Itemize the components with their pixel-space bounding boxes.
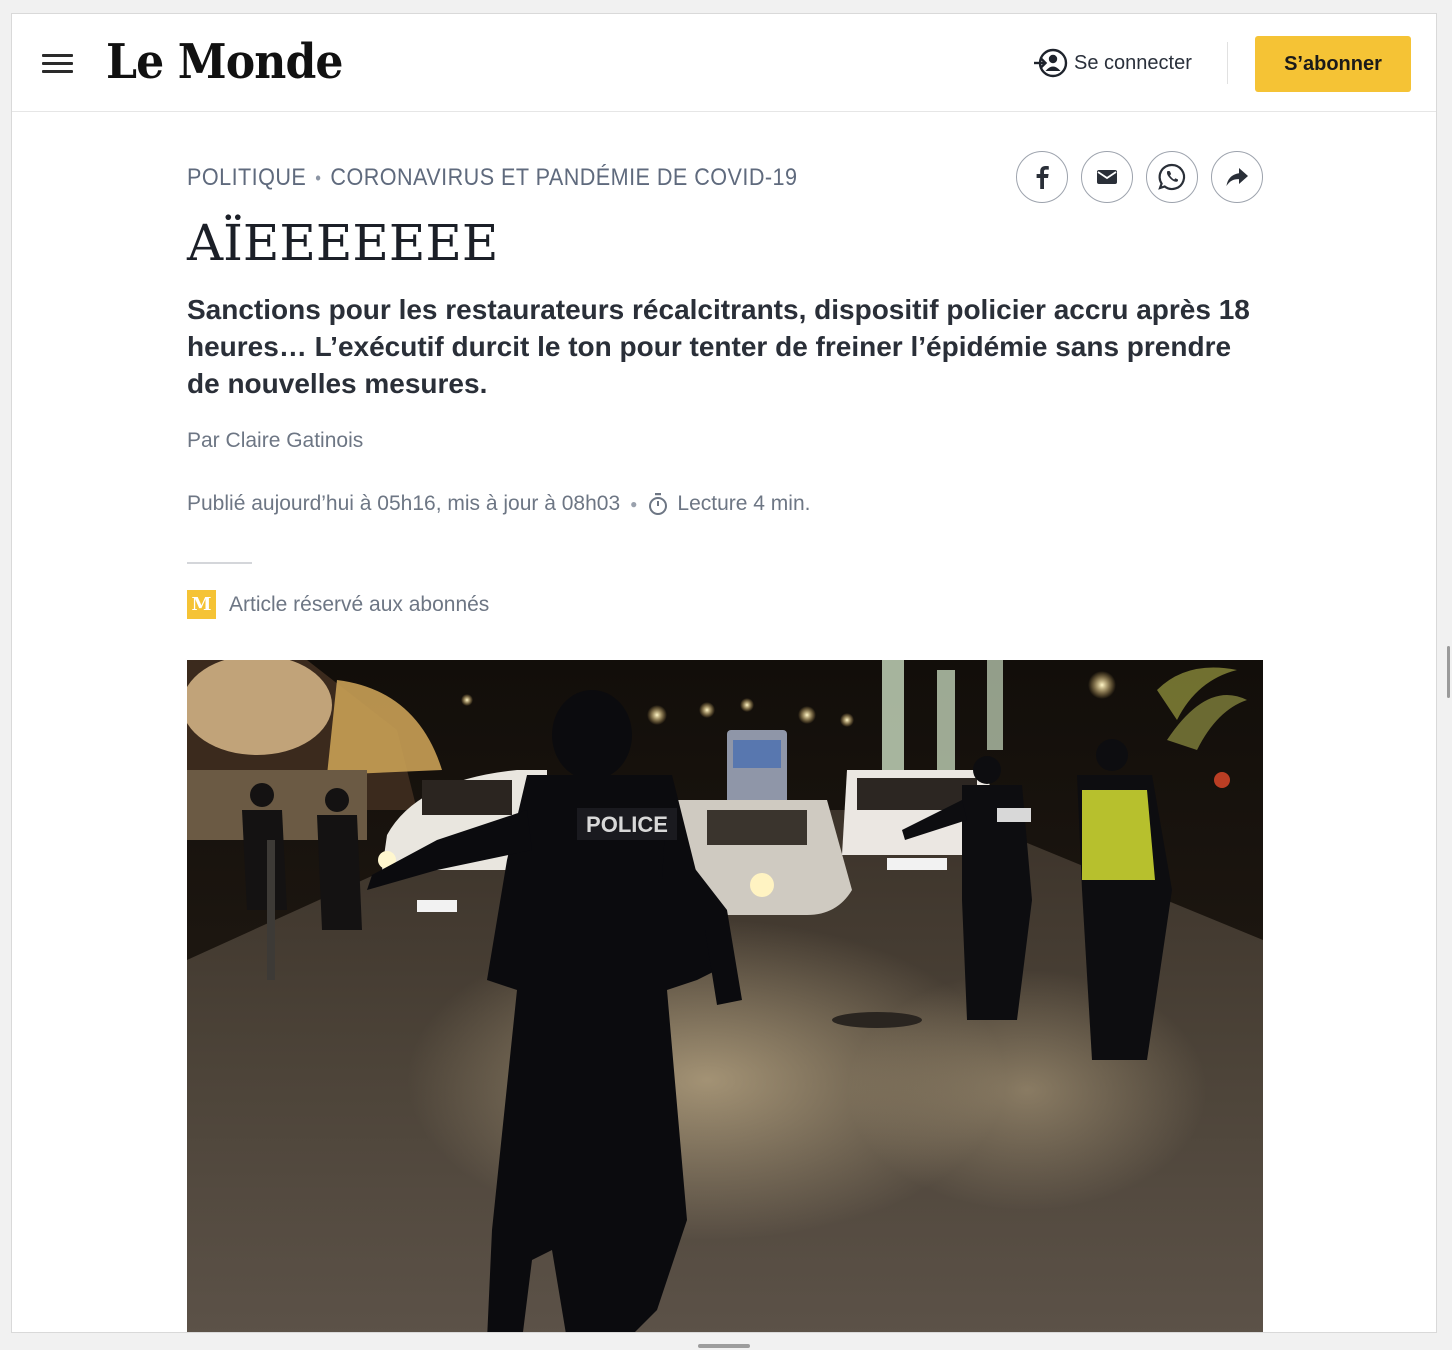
facebook-share-button[interactable] (1016, 151, 1068, 203)
author-link[interactable]: Claire Gatinois (226, 429, 364, 452)
browser-window: Le Monde Se connecter S’abonner POLITIQU… (11, 13, 1437, 1333)
email-share-button[interactable] (1081, 151, 1133, 203)
meta-separator: ● (630, 497, 638, 511)
kicker-separator: • (315, 167, 322, 188)
hamburger-menu-icon[interactable] (42, 51, 74, 75)
header-divider (1227, 42, 1228, 84)
more-share-button[interactable] (1211, 151, 1263, 203)
kicker-covid-link[interactable]: CORONAVIRUS ET PANDÉMIE DE COVID-19 (330, 164, 797, 192)
subscriber-only-label: Article réservé aux abonnés (229, 592, 490, 616)
whatsapp-share-button[interactable] (1146, 151, 1198, 203)
login-user-icon (1034, 48, 1068, 78)
night-police-photo: POLICE (187, 660, 1263, 1332)
le-monde-logo[interactable]: Le Monde (106, 32, 344, 92)
facebook-icon (1036, 166, 1049, 189)
share-icon (1226, 168, 1248, 186)
reading-time: Lecture 4 min. (677, 492, 811, 515)
article-photo: POLICE (187, 660, 1263, 1332)
login-label: Se connecter (1074, 51, 1192, 74)
whatsapp-icon (1158, 163, 1186, 191)
scrollbar-thumb[interactable] (1447, 646, 1450, 698)
email-icon (1097, 170, 1117, 184)
meta-divider (187, 562, 252, 564)
police-label-text: POLICE (586, 812, 668, 837)
article-meta: Publié aujourd’hui à 05h16, mis à jour à… (187, 492, 810, 516)
article-title: AÏEEEEEEE (187, 214, 499, 272)
site-header: Le Monde Se connecter S’abonner (12, 14, 1436, 112)
byline: Par Claire Gatinois (187, 429, 363, 453)
byline-prefix: Par (187, 429, 220, 452)
article-lead: Sanctions pour les restaurateurs récalci… (187, 294, 1250, 399)
subscriber-only-notice: M Article réservé aux abonnés (187, 590, 489, 619)
subscribe-button[interactable]: S’abonner (1255, 36, 1411, 92)
breadcrumb: POLITIQUE • CORONAVIRUS ET PANDÉMIE DE C… (187, 164, 797, 192)
stopwatch-icon (649, 493, 668, 515)
kicker-politique-link[interactable]: POLITIQUE (187, 164, 306, 192)
window-resize-handle[interactable] (698, 1344, 750, 1348)
share-bar (1016, 151, 1263, 203)
login-link[interactable]: Se connecter (1032, 47, 1192, 79)
le-monde-m-badge-icon: M (187, 590, 216, 619)
publish-date: Publié aujourd’hui à 05h16, mis à jour à… (187, 492, 621, 515)
